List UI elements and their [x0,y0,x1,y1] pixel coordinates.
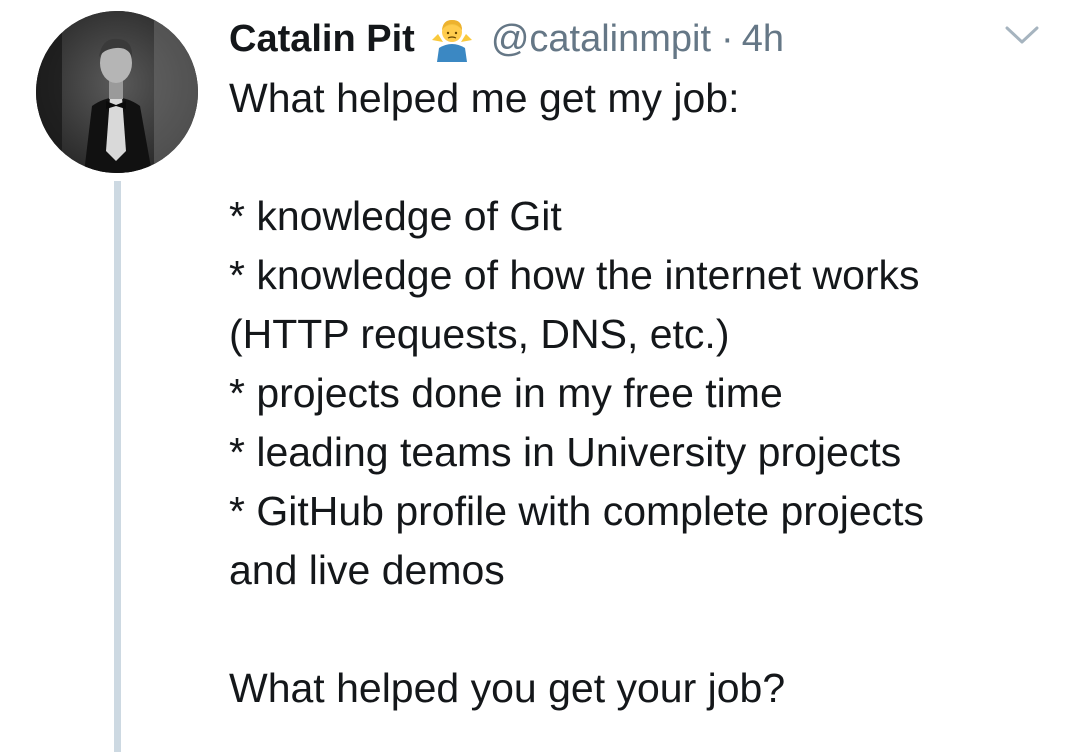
tweet-line: * GitHub profile with complete projects [229,488,925,534]
tweet-line: * knowledge of Git [229,193,562,239]
user-handle[interactable]: @catalinmpit [491,14,711,64]
tweet-line: * knowledge of how the internet works [229,252,920,298]
tweet-line [229,600,1059,659]
tweet-text: What helped me get my job: * knowledge o… [229,69,1059,718]
avatar-photo [36,11,198,173]
tweet-line: * leading teams in University projects [229,429,902,475]
tweet-line: (HTTP requests, DNS, etc.) [229,311,730,357]
tweet-line [229,128,1059,187]
tweet-actions-row-partial [229,744,929,752]
tweet-timestamp[interactable]: 4h [742,14,784,64]
avatar[interactable] [36,11,198,173]
tweet-header: Catalin Pit @catalinmpit · 4h [229,14,784,64]
person-shrugging-emoji-icon [429,16,475,62]
thread-connector-line [114,181,121,752]
tweet-line: What helped me get my job: [229,75,740,121]
tweet-line: * projects done in my free time [229,370,783,416]
display-name[interactable]: Catalin Pit [229,14,415,64]
tweet-line: What helped you get your job? [229,665,786,711]
tweet-line: and live demos [229,547,505,593]
separator-dot: · [721,18,734,60]
chevron-down-icon[interactable] [1004,22,1040,48]
